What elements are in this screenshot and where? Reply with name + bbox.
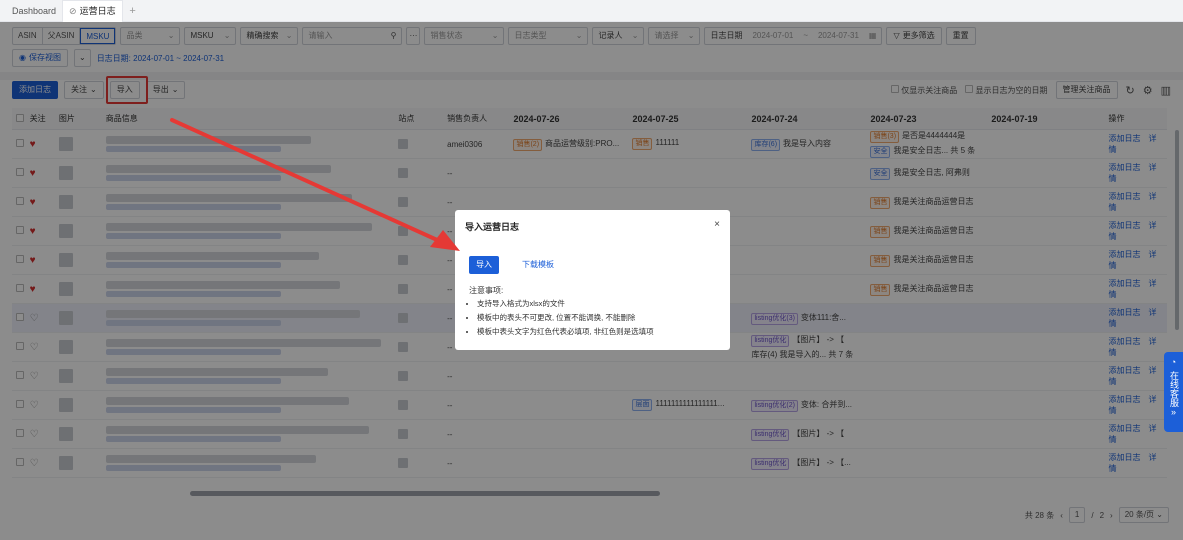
- tab-bar: Dashboard ⊘ 运营日志 +: [0, 0, 1183, 22]
- note-item: 模板中的表头不可更改, 位置不能调换, 不能删除: [477, 312, 654, 323]
- note-item: 模板中表头文字为红色代表必填项, 非红色则是选填项: [477, 326, 654, 337]
- online-service-widget[interactable]: ◔ 在线客服 »: [1164, 352, 1183, 432]
- note-item: 支持导入格式为xlsx的文件: [477, 298, 654, 309]
- dialog-title: 导入运营日志: [465, 222, 520, 232]
- download-template-link[interactable]: 下载模板: [522, 256, 554, 274]
- service-label: 在线客服: [1169, 371, 1179, 407]
- tab-dashboard[interactable]: Dashboard: [6, 0, 62, 22]
- tab-operation-log[interactable]: ⊘ 运营日志: [62, 0, 123, 22]
- headset-icon: ◔: [1170, 357, 1177, 367]
- close-icon[interactable]: ×: [714, 219, 720, 230]
- notes-title: 注意事项:: [469, 286, 504, 295]
- add-tab-button[interactable]: +: [123, 5, 143, 17]
- expand-icon[interactable]: »: [1171, 407, 1176, 417]
- notes-list: 支持导入格式为xlsx的文件 模板中的表头不可更改, 位置不能调换, 不能删除 …: [477, 298, 654, 340]
- pin-icon: ⊘: [69, 6, 77, 16]
- tab-operation-log-label: 运营日志: [79, 6, 116, 16]
- dialog-import-button[interactable]: 导入: [469, 256, 499, 274]
- import-log-dialog: 导入运营日志 × 导入 下载模板 注意事项: 支持导入格式为xlsx的文件 模板…: [455, 210, 730, 350]
